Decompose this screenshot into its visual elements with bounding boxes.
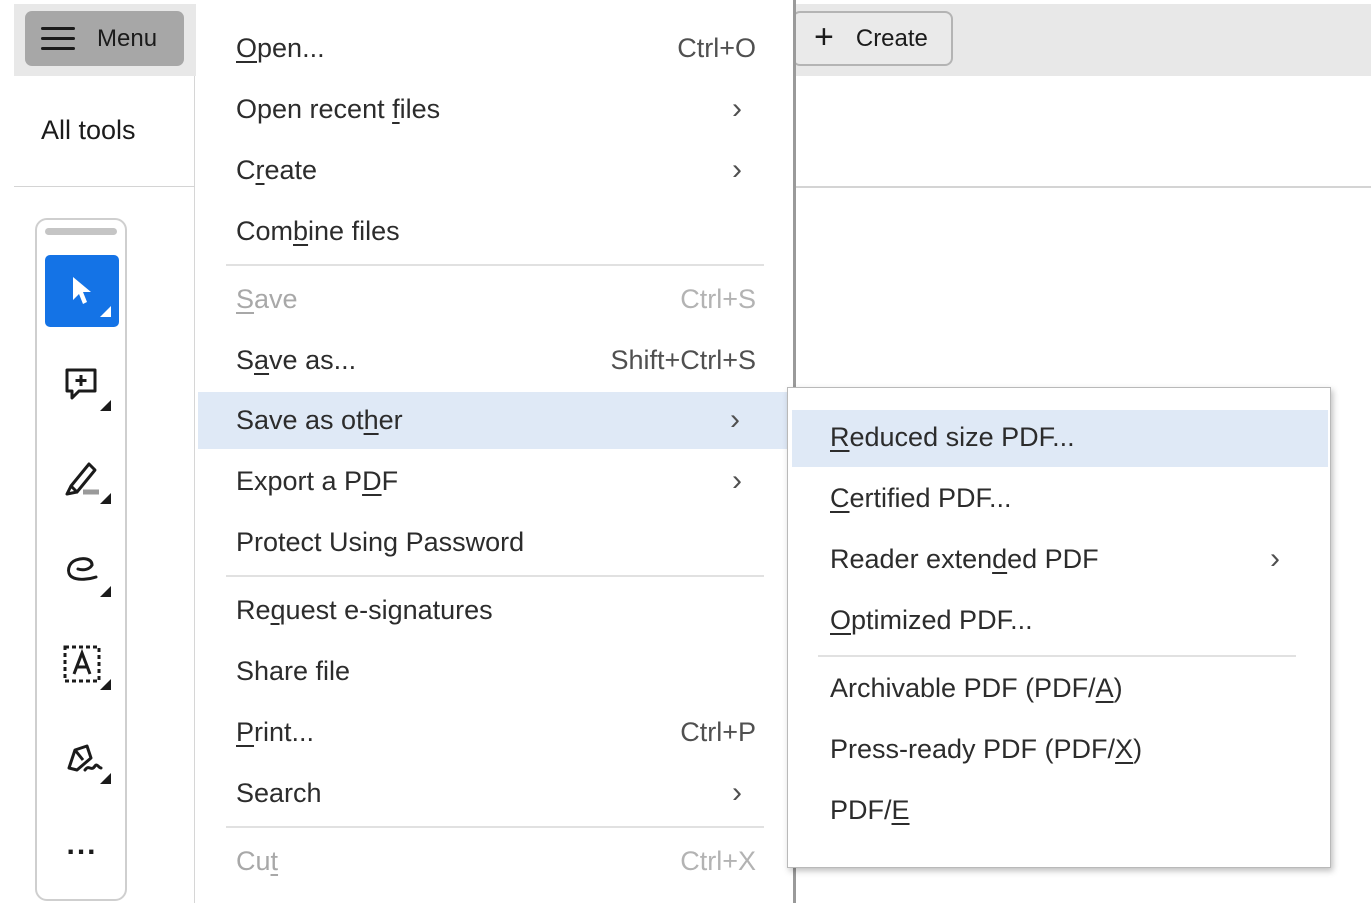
menu-item-label: Search: [236, 778, 322, 808]
tool-options-corner: [100, 586, 111, 597]
draw-tool-button[interactable]: [45, 535, 119, 607]
hamburger-icon: [41, 26, 75, 52]
menu-button-label: Menu: [97, 24, 158, 52]
menu-item-label: Request e-signatures: [236, 595, 493, 625]
menu-item-save-as[interactable]: Save as... Shift+Ctrl+S: [198, 332, 790, 389]
submenu-item-label: Certified PDF...: [830, 483, 1012, 513]
toolbar-divider: [796, 186, 1371, 188]
submenu-item-label: Optimized PDF...: [830, 605, 1033, 635]
submenu-item-label: Press-ready PDF (PDF/X): [830, 734, 1143, 764]
fill-sign-tool-button[interactable]: [45, 722, 119, 794]
tool-options-corner: [100, 493, 111, 504]
menu-item-combine-files[interactable]: Combine files: [198, 203, 790, 260]
menu-item-label: Print...: [236, 717, 315, 747]
menu-item-label: Open...: [236, 33, 325, 63]
select-tool-button[interactable]: [45, 255, 119, 327]
menu-item-label: Protect Using Password: [236, 527, 525, 557]
menu-separator: [226, 826, 764, 828]
rail-drag-handle[interactable]: [45, 228, 117, 235]
chevron-right-icon: ›: [730, 403, 740, 436]
tool-options-corner: [100, 400, 111, 411]
submenu-item-optimized-pdf[interactable]: Optimized PDF...: [792, 593, 1328, 650]
more-tools-button[interactable]: ...: [45, 816, 119, 888]
window-edge: [0, 0, 14, 903]
menu-item-create[interactable]: Create ›: [198, 142, 790, 199]
menu-item-request-e-signatures[interactable]: Request e-signatures: [198, 582, 790, 639]
menu-item-share-file[interactable]: Share file: [198, 643, 790, 700]
submenu-item-label: Reader extended PDF: [830, 544, 1099, 574]
menu-item-shortcut: Ctrl+P: [680, 717, 756, 747]
submenu-item-reader-extended-pdf[interactable]: Reader extended PDF ›: [792, 532, 1328, 589]
main-menu: Open... Ctrl+O Open recent files › Creat…: [196, 0, 796, 903]
menu-separator: [226, 575, 764, 577]
menu-item-shortcut: Ctrl+O: [677, 33, 756, 63]
menu-item-open-recent-files[interactable]: Open recent files ›: [198, 81, 790, 138]
menu-item-label: Save: [236, 284, 298, 314]
plus-icon: +: [814, 17, 834, 56]
menu-item-label: Cut: [236, 846, 279, 876]
menu-item-protect-using-password[interactable]: Protect Using Password: [198, 514, 790, 571]
menu-item-save-as-other[interactable]: Save as other ›: [198, 392, 788, 449]
menu-item-save[interactable]: Save Ctrl+S: [198, 271, 790, 328]
tool-options-corner: [100, 306, 111, 317]
chevron-right-icon: ›: [1270, 542, 1280, 575]
menu-item-label: Save as other: [236, 405, 403, 435]
chevron-right-icon: ›: [732, 464, 742, 497]
chevron-right-icon: ›: [732, 153, 742, 186]
menu-item-search[interactable]: Search ›: [198, 765, 790, 822]
menu-item-shortcut: Ctrl+X: [680, 846, 756, 876]
create-button-label: Create: [855, 24, 928, 52]
draw-freeform-icon: [67, 557, 98, 581]
select-arrow-icon: [73, 277, 91, 304]
submenu-item-certified-pdf[interactable]: Certified PDF...: [792, 471, 1328, 528]
add-comment-icon: [65, 368, 97, 400]
submenu-item-press-ready-pdf[interactable]: Press-ready PDF (PDF/X): [792, 722, 1328, 779]
tool-options-corner: [100, 773, 111, 784]
menu-item-label: Save as...: [236, 345, 357, 375]
chevron-right-icon: ›: [732, 776, 742, 809]
highlighter-icon: [65, 462, 99, 496]
text-box-icon: [63, 645, 101, 683]
menu-separator: [226, 264, 764, 266]
submenu-item-pdf-e[interactable]: PDF/E: [792, 783, 1328, 840]
text-box-tool-button[interactable]: [45, 628, 119, 700]
highlight-tool-button[interactable]: [45, 442, 119, 514]
quick-tools-rail: ...: [35, 218, 127, 901]
submenu-item-archivable-pdf[interactable]: Archivable PDF (PDF/A): [792, 661, 1328, 718]
menu-item-label: Create: [236, 155, 318, 185]
more-tools-icon: ...: [66, 828, 98, 861]
all-tools-heading: All tools: [41, 115, 136, 145]
submenu-item-reduced-size-pdf[interactable]: Reduced size PDF...: [792, 410, 1328, 467]
menu-button[interactable]: Menu: [25, 11, 184, 66]
tool-options-corner: [100, 679, 111, 690]
menu-item-label: Open recent files: [236, 94, 441, 124]
submenu-item-label: PDF/E: [830, 795, 910, 825]
left-panel-divider: [14, 186, 195, 187]
menu-item-cut[interactable]: Cut Ctrl+X: [198, 833, 790, 890]
save-as-other-submenu: Reduced size PDF... Certified PDF... Rea…: [787, 387, 1331, 868]
menu-item-print[interactable]: Print... Ctrl+P: [198, 704, 790, 761]
chevron-right-icon: ›: [732, 92, 742, 125]
menu-item-shortcut: Shift+Ctrl+S: [610, 345, 756, 375]
submenu-item-label: Reduced size PDF...: [830, 422, 1075, 452]
fill-sign-icon: [67, 744, 103, 772]
add-comment-tool-button[interactable]: [45, 349, 119, 421]
menu-item-export-a-pdf[interactable]: Export a PDF ›: [198, 453, 790, 510]
submenu-item-label: Archivable PDF (PDF/A): [830, 673, 1123, 703]
submenu-separator: [818, 655, 1296, 657]
menu-item-label: Combine files: [236, 216, 400, 246]
menu-item-label: Export a PDF: [236, 466, 399, 496]
menu-item-open[interactable]: Open... Ctrl+O: [198, 20, 790, 77]
menu-item-shortcut: Ctrl+S: [680, 284, 756, 314]
create-button[interactable]: + Create: [792, 11, 953, 66]
menu-item-label: Share file: [236, 656, 351, 686]
